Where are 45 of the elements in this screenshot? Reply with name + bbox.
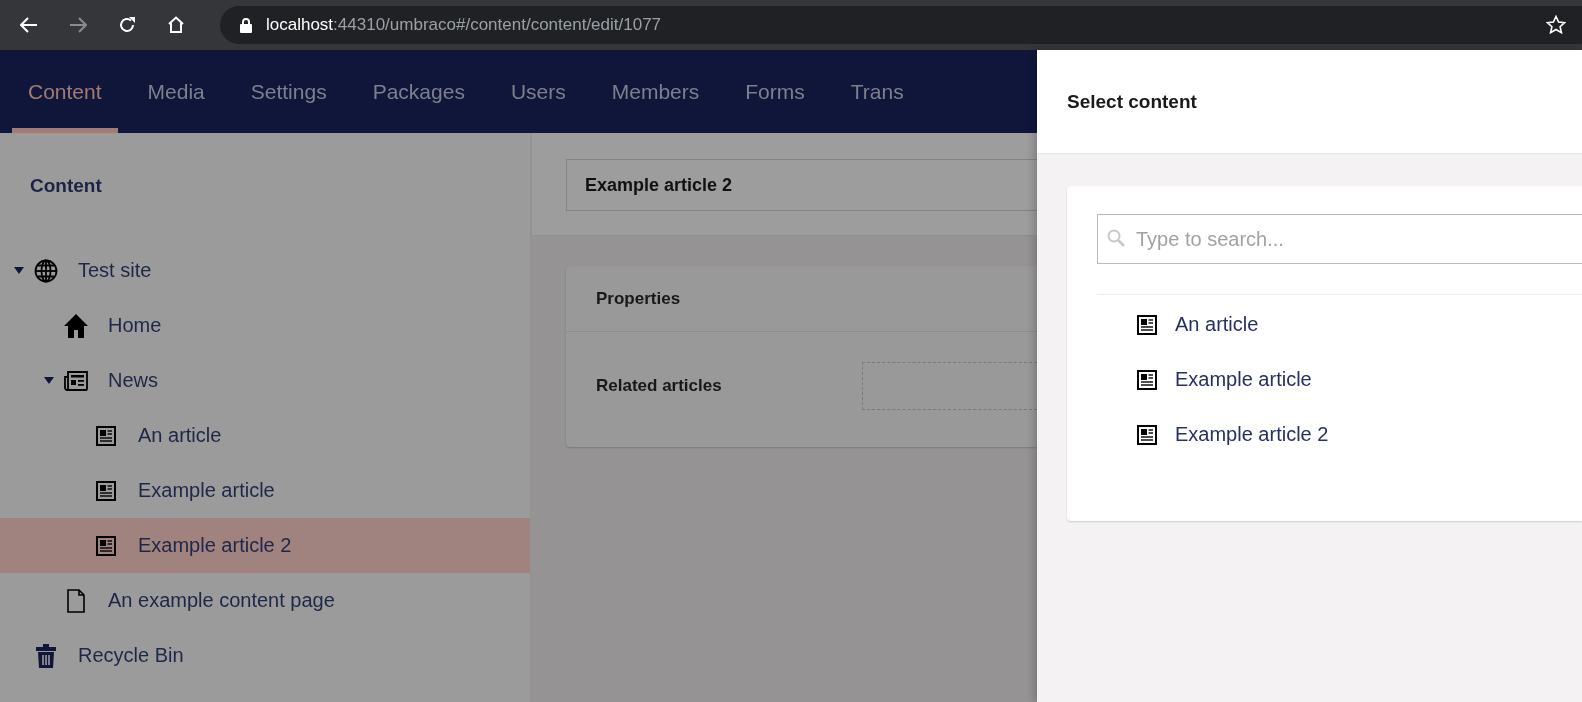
tree-item[interactable]: News <box>0 353 530 408</box>
tree-item[interactable]: Home <box>0 298 530 353</box>
lock-icon <box>240 17 252 33</box>
trash-icon <box>36 643 56 668</box>
panel-title: Select content <box>1067 90 1197 113</box>
article-icon <box>1137 424 1157 445</box>
section-tab[interactable]: Users <box>494 50 582 133</box>
caret-icon[interactable] <box>14 266 24 275</box>
house-icon <box>63 312 89 339</box>
search-icon <box>1107 229 1125 247</box>
section-tab[interactable]: Forms <box>729 50 821 133</box>
tree-item[interactable]: Recycle Bin <box>0 628 530 683</box>
forward-icon[interactable] <box>69 17 87 33</box>
url-text: localhost:44310/umbraco#/content/content/edit/1077 <box>266 15 662 35</box>
content-item[interactable]: Example article 2 <box>1097 407 1582 462</box>
article-icon <box>1137 314 1157 335</box>
section-tab[interactable]: Settings <box>234 50 343 133</box>
article-icon <box>96 480 116 501</box>
name-field[interactable]: Example article 2 <box>566 159 1037 211</box>
home-icon[interactable] <box>167 16 185 34</box>
document-icon <box>67 588 85 613</box>
section-tab[interactable]: Members <box>595 50 716 133</box>
content-item[interactable]: Example article <box>1097 352 1582 407</box>
article-icon <box>96 535 116 556</box>
address-bar[interactable]: localhost:44310/umbraco#/content/content/edit/1077 <box>220 6 1582 44</box>
tree-title: Content <box>29 174 103 198</box>
article-icon <box>1137 369 1157 390</box>
tree-item[interactable]: Example article <box>0 463 530 518</box>
tree-item[interactable]: An example content page <box>0 573 530 628</box>
tree-item[interactable]: Test site <box>0 243 530 298</box>
globe-icon <box>34 258 58 283</box>
newspaper-icon <box>64 370 88 391</box>
section-tab[interactable]: Media <box>131 50 221 133</box>
content-item[interactable]: An article <box>1097 297 1582 352</box>
article-icon <box>96 425 116 446</box>
section-tab[interactable]: Trans <box>834 50 920 133</box>
tree-item[interactable]: An article <box>0 408 530 463</box>
tree-item[interactable]: Example article 2 <box>0 518 530 573</box>
star-icon[interactable] <box>1546 15 1566 35</box>
back-icon[interactable] <box>20 17 38 33</box>
section-tab[interactable]: Packages <box>356 50 481 133</box>
search-field[interactable]: Type to search... <box>1097 214 1582 264</box>
reload-icon[interactable] <box>118 16 136 34</box>
property-label: Related articles <box>596 376 723 396</box>
caret-icon[interactable] <box>44 376 54 385</box>
